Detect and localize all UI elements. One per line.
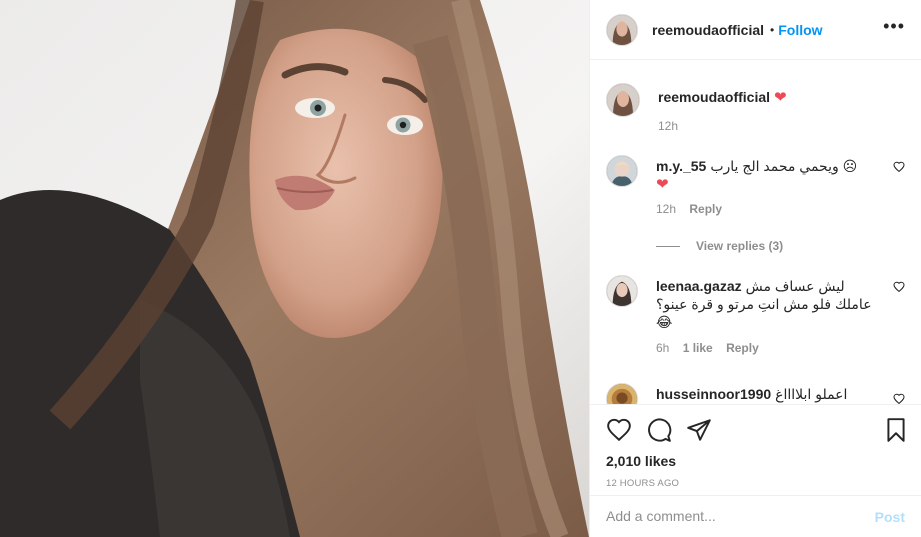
comment-input[interactable] bbox=[606, 508, 846, 524]
post-comment-button[interactable]: Post bbox=[875, 509, 905, 525]
comment-username[interactable]: leenaa.gazaz bbox=[656, 278, 742, 294]
bookmark-icon[interactable] bbox=[883, 417, 909, 443]
comment-time[interactable]: 12h bbox=[656, 202, 676, 216]
caption-body: reemoudaofficial ❤ 12h bbox=[658, 83, 875, 133]
post-photo[interactable] bbox=[0, 0, 589, 537]
comment-username[interactable]: m.y._55 bbox=[656, 158, 706, 174]
comment-username[interactable]: husseinnoor1990 bbox=[656, 386, 771, 402]
comment-body: m.y._55 ويحمي محمد الج يارب ☹ ❤ 12h Reply bbox=[656, 155, 875, 216]
comment-icon[interactable] bbox=[646, 417, 672, 443]
heart-emoji: ❤ bbox=[774, 89, 787, 106]
add-comment-bar: Post bbox=[590, 495, 921, 537]
instagram-post: reemoudaofficial • Follow ••• reemoudaof… bbox=[0, 0, 921, 537]
view-replies-button[interactable]: View replies (3) bbox=[656, 239, 783, 253]
post-side-panel: reemoudaofficial • Follow ••• reemoudaof… bbox=[589, 0, 921, 537]
caption-username[interactable]: reemoudaofficial bbox=[658, 89, 770, 105]
like-comment-heart-icon[interactable] bbox=[893, 281, 905, 293]
comments-list[interactable]: reemoudaofficial ❤ 12h m.y._55 ويحمي محمد … bbox=[590, 61, 921, 404]
separator-dot: • bbox=[770, 22, 775, 37]
comment-text: ويحمي محمد الج يارب ☹ bbox=[710, 158, 858, 174]
like-comment-heart-icon[interactable] bbox=[893, 161, 905, 173]
post-username[interactable]: reemoudaofficial bbox=[652, 22, 764, 38]
comment-body: husseinnoor1990 اعملو ابلااااغ bbox=[656, 383, 875, 403]
avatar[interactable] bbox=[606, 275, 638, 307]
avatar[interactable] bbox=[606, 13, 638, 46]
likes-count[interactable]: 2,010 likes bbox=[606, 453, 676, 469]
post-header: reemoudaofficial • Follow ••• bbox=[590, 0, 921, 60]
avatar[interactable] bbox=[606, 383, 638, 404]
action-icons bbox=[606, 417, 909, 445]
comment-row: leenaa.gazaz ليش عساف مش عاملك فلو مش انت… bbox=[606, 275, 905, 365]
comment-time[interactable]: 6h bbox=[656, 341, 669, 355]
avatar[interactable] bbox=[606, 83, 640, 117]
avatar[interactable] bbox=[606, 155, 638, 187]
comment-row: m.y._55 ويحمي محمد الج يارب ☹ ❤ 12h Reply bbox=[606, 155, 905, 225]
like-comment-heart-icon[interactable] bbox=[893, 393, 905, 404]
comment-likes[interactable]: 1 like bbox=[683, 341, 713, 355]
heart-icon[interactable] bbox=[606, 417, 632, 443]
replies-divider bbox=[656, 245, 680, 247]
reply-button[interactable]: Reply bbox=[689, 202, 722, 216]
share-icon[interactable] bbox=[686, 417, 712, 443]
caption-row: reemoudaofficial ❤ 12h bbox=[606, 83, 905, 143]
post-actions: 2,010 likes 12 HOURS AGO Post bbox=[590, 404, 921, 537]
post-timestamp[interactable]: 12 HOURS AGO bbox=[606, 478, 679, 489]
portrait-image bbox=[0, 0, 589, 537]
comment-text: اعملو ابلااااغ bbox=[775, 386, 848, 402]
comment-body: leenaa.gazaz ليش عساف مش عاملك فلو مش انت… bbox=[656, 275, 875, 355]
reply-button[interactable]: Reply bbox=[726, 341, 759, 355]
comment-row: husseinnoor1990 اعملو ابلااااغ bbox=[606, 383, 905, 404]
caption-time[interactable]: 12h bbox=[658, 119, 678, 133]
view-replies-label: View replies (3) bbox=[696, 239, 784, 253]
more-options-icon[interactable]: ••• bbox=[883, 17, 905, 35]
heart-emoji: ❤ bbox=[656, 176, 669, 193]
follow-button[interactable]: Follow bbox=[778, 22, 822, 38]
